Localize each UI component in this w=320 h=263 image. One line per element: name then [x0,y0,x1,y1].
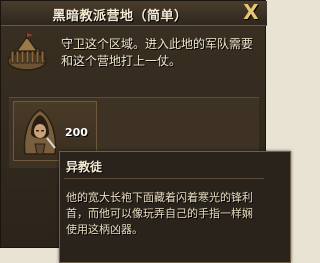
unit-count: 200 [65,126,88,139]
camp-info-panel: 黑暗教派营地（简单） X 守卫这个区域。进入此地的军队需要和这个营地打上一仗。 … [0,0,291,263]
unit-tooltip: 异教徒 他的宽大长袍下面藏着闪着寒光的锋利 首，而他可以像玩弄自己的手指一样娴 … [59,151,291,263]
unit-description: 他的宽大长袍下面藏着闪着寒光的锋利 首，而他可以像玩弄自己的手指一样娴 使用这柄… [66,191,253,236]
camp-description: 守卫这个区域。进入此地的军队需要和这个营地打上一仗。 [61,37,254,68]
close-icon[interactable]: X [241,2,261,22]
window-title: 黑暗教派营地（简单） [52,9,188,24]
heretic-portrait-icon[interactable] [17,104,63,156]
tooltip-divider [64,178,264,179]
unit-name: 异教徒 [66,160,103,174]
camp-icon [7,33,47,71]
title-bar: 黑暗教派营地（简单） X [1,1,267,26]
